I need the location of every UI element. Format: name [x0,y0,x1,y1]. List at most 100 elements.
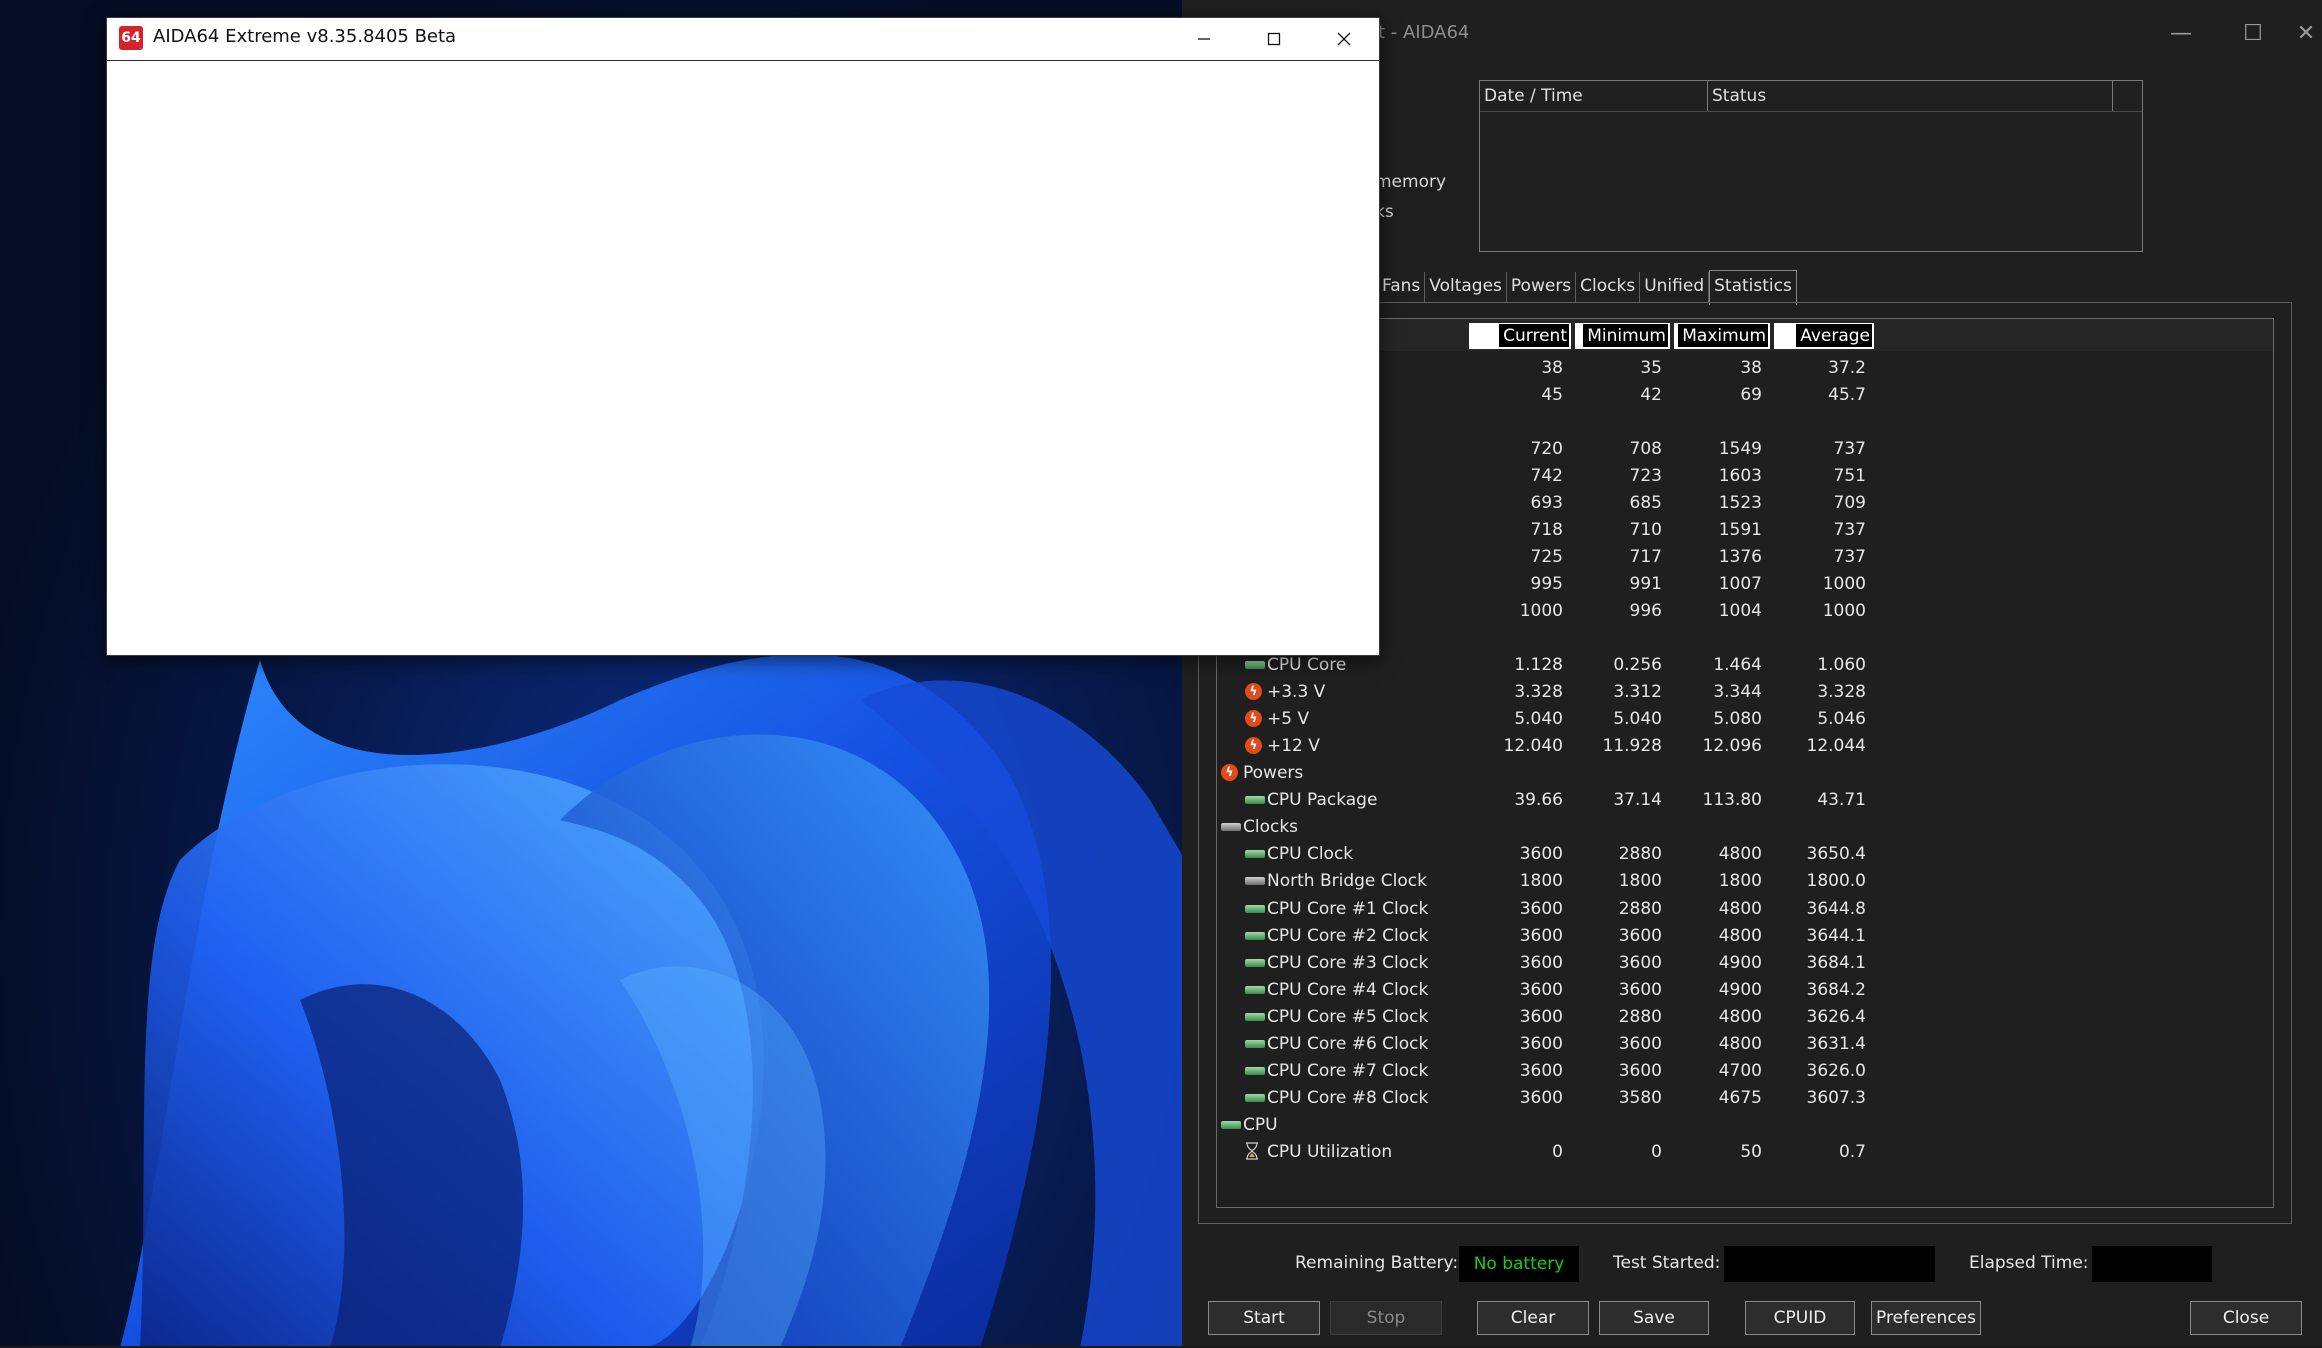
statistics-row-label: CPU [1243,1114,1278,1135]
statistics-row-label: CPU Core #2 Clock [1267,925,1429,946]
start-button[interactable]: Start [1208,1301,1320,1335]
aida64-titlebar[interactable]: 64 AIDA64 Extreme v8.35.8405 Beta [107,18,1379,61]
statistics-item-row[interactable]: North Bridge Clock 1800 1800 1800 1800.0 [1217,868,2273,895]
maximize-button[interactable]: ☐ [2218,0,2288,66]
current-value: 3600 [1519,925,1563,946]
minimum-value: 717 [1629,546,1662,567]
status-log-table[interactable]: Date / Time Status [1479,80,2143,252]
statistics-item-row[interactable]: CPU Core #5 Clock 3600 2880 4800 3626.4 [1217,1004,2273,1031]
average-value: 3626.4 [1806,1006,1866,1027]
minimum-value: 3580 [1618,1087,1662,1108]
statistics-group-row[interactable]: ϟ Powers [1217,760,2273,787]
tab-fans[interactable]: Fans [1378,272,1426,302]
tab-powers[interactable]: Powers [1507,272,1577,302]
average-value: 3626.0 [1806,1060,1866,1081]
elapsed-time-label: Elapsed Time: [1969,1253,2089,1273]
statistics-item-row[interactable]: CPU Utilization 0 0 50 0.7 [1217,1139,2273,1166]
aida-close-button[interactable] [1309,18,1379,60]
maximum-value: 3.344 [1713,682,1762,703]
stress-option-fragment[interactable]: memory [1375,172,1446,192]
average-value: 3607.3 [1806,1087,1866,1108]
statistics-item-row[interactable]: CPU Core 1.128 0.256 1.464 1.060 [1217,652,2273,679]
average-value: 1800.0 [1806,871,1866,892]
save-button[interactable]: Save [1599,1301,1709,1335]
statistics-group-row[interactable]: Clocks [1217,814,2273,841]
aida64-logo-icon: 64 [119,26,143,50]
current-value: 3600 [1519,1033,1563,1054]
average-value: 709 [1833,492,1866,513]
average-value: 3684.1 [1806,952,1866,973]
chip-icon [1245,931,1265,940]
remaining-battery-label: Remaining Battery: [1295,1253,1459,1273]
statistics-row-label: CPU Core [1267,655,1347,676]
minimum-value: 37.14 [1613,790,1662,811]
statistics-item-row[interactable]: ϟ +12 V 12.040 11.928 12.096 12.044 [1217,733,2273,760]
maximum-column-header[interactable]: Maximum [1674,323,1770,349]
average-value: 3644.8 [1806,898,1866,919]
current-value: 3600 [1519,898,1563,919]
close-dialog-button[interactable]: Close [2190,1301,2302,1335]
tab-unified[interactable]: Unified [1640,272,1710,302]
statistics-row-label: CPU Core #4 Clock [1267,979,1429,1000]
minimize-button[interactable]: — [2146,0,2216,66]
statistics-item-row[interactable]: CPU Core #2 Clock 3600 3600 4800 3644.1 [1217,923,2273,950]
status-column-header[interactable]: Status [1708,81,2113,111]
minimum-value: 0 [1651,1141,1662,1162]
current-value: 3600 [1519,844,1563,865]
maximum-value: 5.080 [1713,709,1762,730]
statistics-item-row[interactable]: ϟ +5 V 5.040 5.040 5.080 5.046 [1217,706,2273,733]
close-button[interactable]: ✕ [2290,0,2322,66]
statistics-item-row[interactable]: ϟ +3.3 V 3.328 3.312 3.344 3.328 [1217,679,2273,706]
date-time-column-header[interactable]: Date / Time [1480,81,1708,111]
statistics-item-row[interactable]: CPU Core #1 Clock 3600 2880 4800 3644.8 [1217,896,2273,923]
current-value: 38 [1541,357,1563,378]
minimum-value: 2880 [1618,898,1662,919]
chip-icon [1245,1039,1265,1048]
statistics-item-row[interactable]: CPU Core #4 Clock 3600 3600 4900 3684.2 [1217,977,2273,1004]
statistics-row-label: CPU Core #5 Clock [1267,1006,1429,1027]
aida-minimize-button[interactable] [1169,18,1239,60]
current-value: 3600 [1519,1087,1563,1108]
current-value: 693 [1530,492,1563,513]
maximum-value: 4900 [1718,952,1762,973]
current-value: 5.040 [1514,709,1563,730]
statistics-row-label: +12 V [1267,736,1320,757]
current-value: 1.128 [1514,655,1563,676]
tab-statistics[interactable]: Statistics [1709,270,1797,305]
test-started-value [1724,1246,1935,1282]
maximum-value: 1591 [1718,519,1762,540]
stop-button[interactable]: Stop [1330,1301,1442,1335]
statistics-row-label: CPU Utilization [1267,1141,1393,1162]
statistics-row-label: CPU Core #3 Clock [1267,952,1429,973]
average-column-header[interactable]: Average [1774,323,1874,349]
chip-icon [1245,850,1265,859]
maximum-value: 4800 [1718,925,1762,946]
statistics-item-row[interactable]: CPU Core #8 Clock 3600 3580 4675 3607.3 [1217,1085,2273,1112]
current-column-header[interactable]: Current [1469,323,1571,349]
clear-button[interactable]: Clear [1477,1301,1589,1335]
minimum-column-header[interactable]: Minimum [1575,323,1670,349]
minimize-icon: — [2170,20,2192,46]
tab-voltages[interactable]: Voltages [1425,272,1507,302]
close-icon [1337,32,1351,46]
average-value: 0.7 [1838,1141,1866,1162]
statistics-item-row[interactable]: CPU Core #7 Clock 3600 3600 4700 3626.0 [1217,1058,2273,1085]
average-value: 3644.1 [1806,925,1866,946]
statistics-item-row[interactable]: CPU Core #6 Clock 3600 3600 4800 3631.4 [1217,1031,2273,1058]
current-value: 720 [1530,438,1563,459]
average-value: 1000 [1822,600,1866,621]
average-value: 1000 [1822,573,1866,594]
aida64-main-window[interactable]: 64 AIDA64 Extreme v8.35.8405 Beta [106,17,1380,656]
voltage-icon: ϟ [1245,737,1262,755]
preferences-button[interactable]: Preferences [1871,1301,1981,1335]
statistics-item-row[interactable]: CPU Clock 3600 2880 4800 3650.4 [1217,841,2273,868]
statistics-item-row[interactable]: CPU Package 39.66 37.14 113.80 43.71 [1217,787,2273,814]
aida-maximize-button[interactable] [1239,18,1309,60]
current-value: 995 [1530,573,1563,594]
maximum-value: 1.464 [1713,655,1762,676]
cpuid-button[interactable]: CPUID [1745,1301,1855,1335]
statistics-item-row[interactable]: CPU Core #3 Clock 3600 3600 4900 3684.1 [1217,950,2273,977]
statistics-row-label: CPU Core #8 Clock [1267,1087,1429,1108]
tab-clocks[interactable]: Clocks [1576,272,1641,302]
statistics-group-row[interactable]: CPU [1217,1112,2273,1139]
